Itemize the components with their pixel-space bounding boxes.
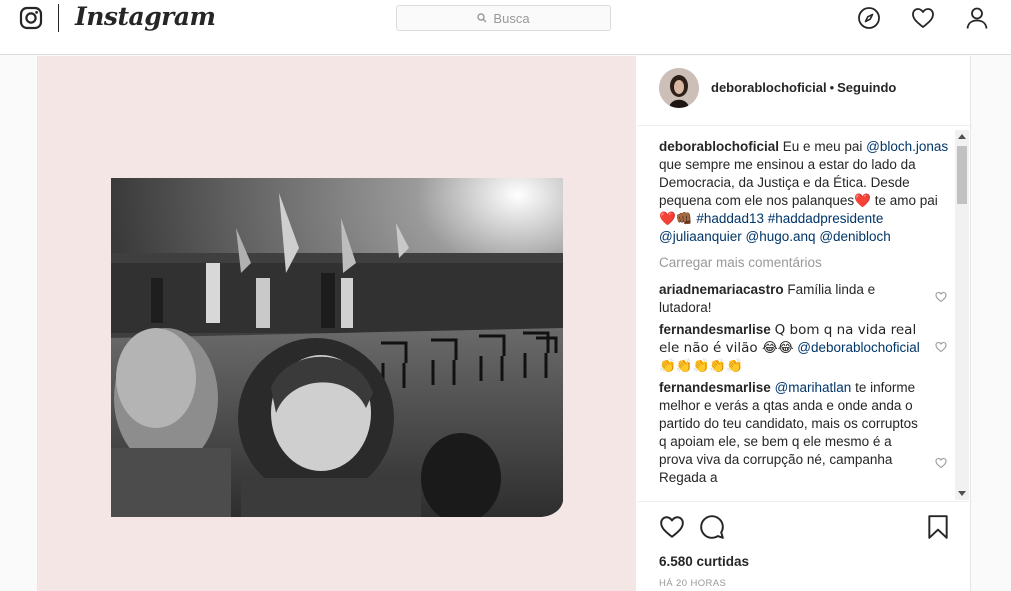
post-photo[interactable] xyxy=(111,178,563,517)
post-card: deborablochoficial • Seguindo deborablocho… xyxy=(37,56,972,591)
caption: deborablochoficial Eu e meu pai @bloch.j… xyxy=(659,138,955,246)
caption-text: Eu e meu pai xyxy=(782,139,863,154)
comment-like-icon[interactable] xyxy=(935,341,947,353)
stage-selfie-image xyxy=(111,178,563,517)
caption-text: te amo pai xyxy=(874,193,938,208)
comment-username[interactable]: ariadnemariacastro xyxy=(659,282,784,297)
heart-icon[interactable] xyxy=(911,6,935,30)
instagram-glyph-icon[interactable] xyxy=(19,6,43,30)
comments-scrollbar[interactable] xyxy=(955,130,969,500)
author-username[interactable]: deborablochoficial xyxy=(711,80,827,95)
post-author[interactable]: deborablochoficial • Seguindo xyxy=(711,80,896,95)
caption-emoji: ❤️ xyxy=(854,193,871,209)
separator-dot: • xyxy=(829,80,835,95)
comment-item: fernandesmarlise @marihatlan te informe … xyxy=(659,379,955,487)
comment-mention[interactable]: @marihatlan xyxy=(775,380,852,395)
top-nav: Instagram Busca xyxy=(0,0,1011,55)
caption-hashtag[interactable]: #haddad13 xyxy=(696,211,764,226)
caption-hashtag[interactable]: #haddadpresidente xyxy=(768,211,884,226)
comment-item: ariadnemariacastro Família linda e lutad… xyxy=(659,281,955,317)
follow-status-button[interactable]: Seguindo xyxy=(837,80,896,95)
comment-like-icon[interactable] xyxy=(935,457,947,469)
post-timestamp[interactable]: HÁ 20 HORAS xyxy=(659,578,726,589)
caption-mention[interactable]: @bloch.jonas xyxy=(866,139,948,154)
comment-username[interactable]: fernandesmarlise xyxy=(659,380,771,395)
comment-like-icon[interactable] xyxy=(935,291,947,303)
likes-count[interactable]: 6.580 curtidas xyxy=(659,554,749,569)
avatar[interactable] xyxy=(659,68,699,108)
search-input[interactable]: Busca xyxy=(396,5,611,31)
avatar-image xyxy=(659,68,699,108)
search-icon xyxy=(477,13,487,23)
comment-emoji: 👏👏👏👏👏 xyxy=(659,358,744,374)
load-more-comments-button[interactable]: Carregar mais comentários xyxy=(659,254,955,272)
caption-emoji: ❤️👊🏾 xyxy=(659,211,693,227)
search-placeholder: Busca xyxy=(493,10,530,26)
comment-username[interactable]: fernandesmarlise xyxy=(659,322,771,337)
post-sidebar: deborablochoficial • Seguindo deborablocho… xyxy=(637,56,972,591)
like-heart-icon[interactable] xyxy=(659,514,685,540)
comment-mention[interactable]: @deborablochoficial xyxy=(797,340,920,355)
bookmark-icon[interactable] xyxy=(925,514,951,540)
post-media[interactable] xyxy=(38,56,636,591)
caption-mention[interactable]: @denibloch xyxy=(819,229,891,244)
compass-icon[interactable] xyxy=(857,6,881,30)
caption-mention[interactable]: @juliaanquier xyxy=(659,229,742,244)
post-actions: 6.580 curtidas HÁ 20 HORAS xyxy=(637,501,972,591)
caption-username[interactable]: deborablochoficial xyxy=(659,139,779,154)
scroll-up-icon[interactable] xyxy=(958,134,966,139)
user-icon[interactable] xyxy=(965,6,989,30)
comment-item: fernandesmarlise Q bom q na vida real el… xyxy=(659,321,955,375)
comments-list: deborablochoficial Eu e meu pai @bloch.j… xyxy=(659,138,955,500)
scrollbar-thumb[interactable] xyxy=(957,146,967,204)
caption-mention[interactable]: @hugo.anq xyxy=(746,229,816,244)
logo-divider xyxy=(58,4,59,32)
post-header: deborablochoficial • Seguindo xyxy=(637,56,972,126)
comment-bubble-icon[interactable] xyxy=(699,514,725,540)
instagram-wordmark[interactable]: Instagram xyxy=(75,2,216,31)
comment-text: te informe melhor e verás a qtas anda e … xyxy=(659,380,918,485)
scroll-down-icon[interactable] xyxy=(958,491,966,496)
